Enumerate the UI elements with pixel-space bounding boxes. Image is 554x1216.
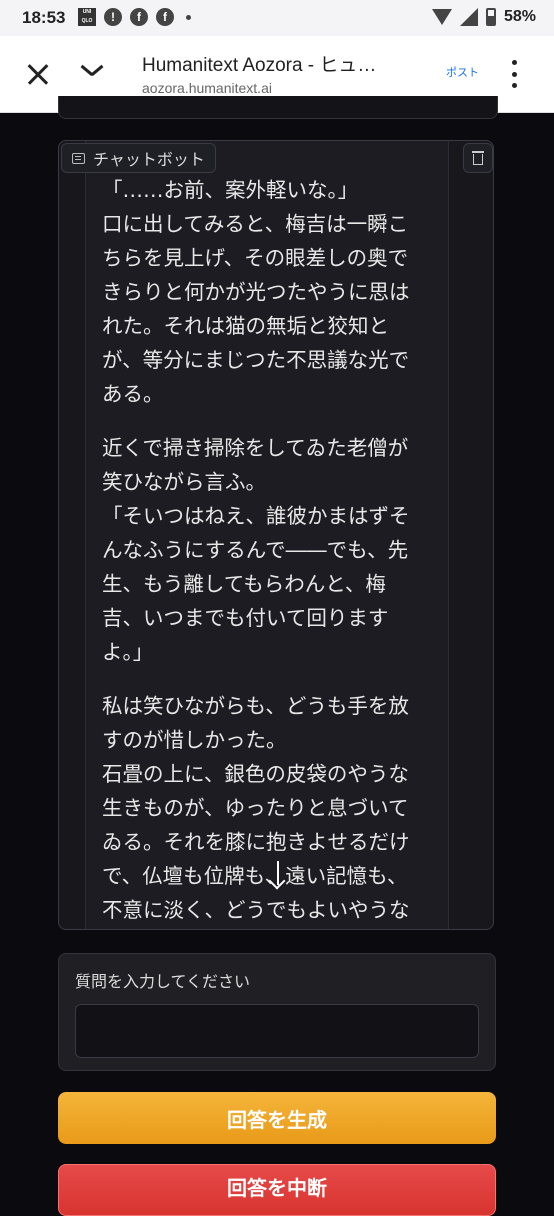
facebook-icon: f bbox=[156, 8, 174, 26]
message-line: 口に出してみると、梅吉は一瞬こ bbox=[102, 212, 409, 236]
previous-panel bbox=[58, 96, 498, 119]
message-line: 生きものが、ゆったりと息づいて bbox=[102, 796, 409, 820]
message-line: 石畳の上に、銀色の皮袋のやうな bbox=[102, 762, 409, 786]
question-input[interactable] bbox=[75, 1004, 479, 1058]
message-line: 吉、いつまでも付いて回ります bbox=[102, 606, 389, 630]
bot-message: 「……お前、案外軽いな。」 口に出してみると、梅吉は一瞬こ ちらを見上げ、その眼… bbox=[85, 141, 449, 929]
message-paragraph: 「……お前、案外軽いな。」 口に出してみると、梅吉は一瞬こ ちらを見上げ、その眼… bbox=[102, 173, 446, 411]
page-url: aozora.humanitext.ai bbox=[142, 80, 272, 96]
chatbot-label-text: チャットボット bbox=[93, 150, 205, 169]
generate-answer-button[interactable]: 回答を生成 bbox=[58, 1092, 496, 1144]
message-line: 「……お前、案外軽いな。」 bbox=[102, 178, 359, 202]
message-line: よ。」 bbox=[102, 640, 154, 664]
status-bar: 18:53 UNI QLO ! f f 58% bbox=[0, 0, 554, 36]
question-label: 質問を入力してください bbox=[75, 972, 251, 991]
message-line: が、等分にまじつた不思議な光で bbox=[102, 348, 410, 372]
message-line: 生、もう離してもらわんと、梅 bbox=[102, 572, 386, 596]
signal-icon bbox=[459, 8, 478, 26]
facebook-icon: f bbox=[130, 8, 148, 26]
status-time: 18:53 bbox=[22, 8, 66, 27]
message-line: れた。それは猫の無垢と狡知と bbox=[102, 314, 389, 338]
arrow-down-icon[interactable] bbox=[266, 859, 290, 889]
battery-level: 58% bbox=[503, 8, 536, 25]
message-line: 「そいつはねえ、誰彼かまはずそ bbox=[102, 504, 410, 528]
notification-icons: UNI QLO ! f f bbox=[78, 8, 191, 26]
system-icons: 58% bbox=[431, 8, 536, 26]
app-notification-icon: ! bbox=[104, 8, 122, 26]
message-line: すのが惜しかった。 bbox=[102, 728, 287, 752]
page-title: Humanitext Aozora - ヒュ… bbox=[142, 55, 377, 76]
message-line: きらりと何かが光つたやうに思は bbox=[102, 280, 410, 304]
message-line: ある。 bbox=[102, 382, 164, 406]
post-button[interactable]: ポスト bbox=[446, 64, 479, 80]
chevron-down-icon[interactable] bbox=[80, 60, 102, 82]
more-notifications-icon bbox=[186, 14, 191, 20]
trash-icon bbox=[472, 151, 484, 153]
chat-bubble-icon bbox=[72, 152, 85, 164]
message-line: 私は笑ひながらも、どうも手を放 bbox=[102, 694, 409, 718]
stop-generation-button[interactable]: 回答を中断 bbox=[58, 1164, 496, 1216]
message-line: 近くで掃き掃除をしてゐた老僧が bbox=[102, 436, 409, 460]
uniqlo-icon: UNI QLO bbox=[78, 8, 96, 26]
wifi-icon bbox=[431, 9, 452, 25]
message-paragraph: 私は笑ひながらも、どうも手を放 すのが惜しかった。 石畳の上に、銀色の皮袋のやう… bbox=[102, 689, 446, 927]
message-line: 笑ひながら言ふ。 bbox=[102, 470, 266, 494]
overflow-menu-icon[interactable] bbox=[512, 60, 518, 88]
delete-button[interactable] bbox=[463, 143, 493, 173]
chatbot-label: チャットボット bbox=[61, 143, 216, 173]
chatbot-panel: チャットボット 「……お前、案外軽いな。」 口に出してみると、梅吉は一瞬こ ちら… bbox=[58, 140, 494, 930]
battery-icon bbox=[485, 8, 496, 26]
message-line: ちらを見上げ、その眼差しの奥で bbox=[102, 246, 409, 270]
message-line: 不意に淡く、どうでもよいやうな bbox=[102, 898, 410, 922]
message-line: んなふうにするんで――でも、先 bbox=[102, 538, 409, 562]
message-line: ゐる。それを膝に抱きよせるだけ bbox=[102, 830, 410, 854]
message-paragraph: 近くで掃き掃除をしてゐた老僧が 笑ひながら言ふ。 「そいつはねえ、誰彼かまはずそ… bbox=[102, 431, 446, 669]
question-card: 質問を入力してください bbox=[58, 953, 496, 1071]
close-icon[interactable] bbox=[26, 62, 50, 86]
